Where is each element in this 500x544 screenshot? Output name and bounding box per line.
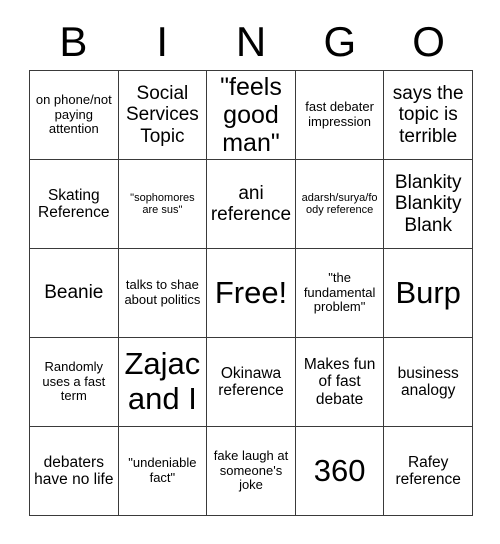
bingo-cell-i1[interactable]: Social Services Topic [118,71,208,160]
bingo-cell-label: 360 [313,452,366,488]
bingo-cell-g3[interactable]: "the fundamental problem" [295,249,385,338]
bingo-header-row: B I N G O [29,14,473,70]
bingo-cell-label: Okinawa reference [218,364,284,399]
bingo-card: B I N G O on phone/not paying attention S… [0,0,500,544]
bingo-cell-n1[interactable]: "feels good man" [207,71,296,160]
bingo-cell-i3[interactable]: talks to shae about politics [118,249,208,338]
bingo-cell-i4[interactable]: Zajac and I [118,338,208,427]
bingo-cell-g5[interactable]: 360 [295,427,385,516]
bingo-header-letter-n: N [235,18,267,65]
bingo-cell-label: fast debater impression [305,99,374,129]
bingo-cell-label: on phone/not paying attention [35,92,112,137]
bingo-cell-i5[interactable]: "undeniable fact" [118,427,208,516]
bingo-cell-label: Blankity Blankity Blank [394,172,462,236]
bingo-cell-label: "sophomores are sus" [130,191,195,216]
bingo-grid: on phone/not paying attention Social Serv… [29,70,473,516]
bingo-cell-label: Burp [395,274,461,310]
bingo-cell-label: Randomly uses a fast term [42,359,106,404]
bingo-cell-label: fake laugh at someone's joke [213,448,289,493]
bingo-header-letter-g: G [323,18,357,65]
bingo-cell-label: Makes fun of fast debate [303,355,376,408]
bingo-cell-g4[interactable]: Makes fun of fast debate [295,338,385,427]
bingo-cell-n4[interactable]: Okinawa reference [207,338,296,427]
bingo-cell-label: Rafey reference [395,453,461,488]
bingo-cell-label: Skating Reference [38,186,110,221]
bingo-cell-label: business analogy [397,364,459,399]
bingo-cell-label: "undeniable fact" [128,455,197,485]
bingo-cell-label: Beanie [44,282,104,304]
bingo-cell-label: Free! [214,274,288,310]
bingo-header-letter-o: O [412,18,445,65]
bingo-cell-b1[interactable]: on phone/not paying attention [30,71,119,160]
bingo-cell-label: says the topic is terrible [392,83,464,147]
bingo-cell-n3[interactable]: Free! [207,249,296,338]
bingo-cell-n2[interactable]: ani reference [207,160,296,249]
bingo-cell-label: talks to shae about politics [124,277,201,307]
bingo-cell-label: Zajac and I [124,346,201,416]
bingo-cell-i2[interactable]: "sophomores are sus" [118,160,208,249]
bingo-cell-label: ani reference [210,182,292,225]
bingo-header-letter-i: I [156,18,169,65]
bingo-cell-label: debaters have no life [34,453,114,488]
bingo-cell-o4[interactable]: business analogy [384,338,473,427]
bingo-cell-label: Social Services Topic [125,83,199,147]
bingo-cell-label: "feels good man" [220,73,282,157]
bingo-cell-b5[interactable]: debaters have no life [30,427,119,516]
bingo-cell-g2[interactable]: adarsh/surya/foody reference [295,160,385,249]
bingo-header-letter-b: B [59,18,88,65]
bingo-cell-o3[interactable]: Burp [384,249,473,338]
bingo-cell-b3[interactable]: Beanie [30,249,119,338]
bingo-cell-label: "the fundamental problem" [303,270,376,315]
bingo-cell-label: adarsh/surya/foody reference [301,191,378,216]
bingo-cell-n5[interactable]: fake laugh at someone's joke [207,427,296,516]
bingo-cell-b2[interactable]: Skating Reference [30,160,119,249]
bingo-cell-o5[interactable]: Rafey reference [384,427,473,516]
bingo-cell-o2[interactable]: Blankity Blankity Blank [384,160,473,249]
bingo-cell-b4[interactable]: Randomly uses a fast term [30,338,119,427]
bingo-cell-g1[interactable]: fast debater impression [295,71,385,160]
bingo-cell-o1[interactable]: says the topic is terrible [384,71,473,160]
